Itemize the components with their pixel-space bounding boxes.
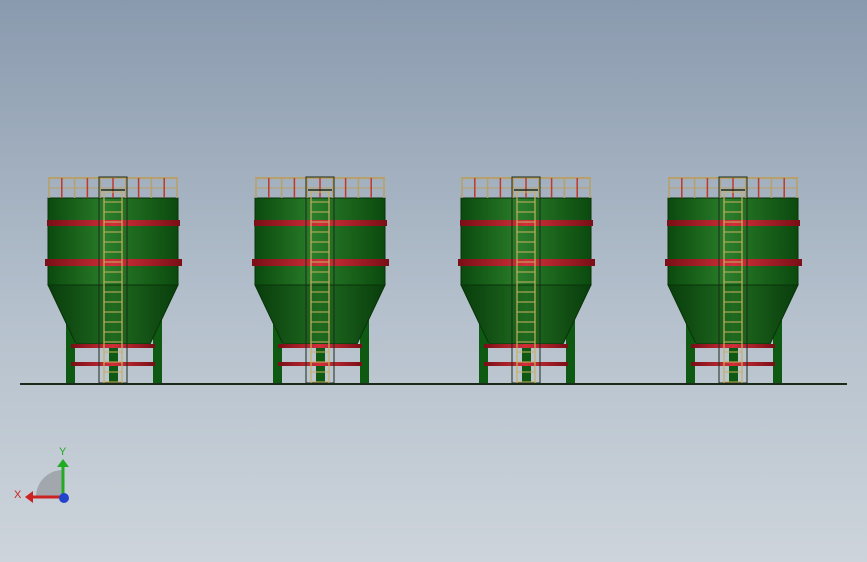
silo-brace-lower [278,362,362,366]
silo-band-upper [460,220,593,226]
silo-brace-upper [484,344,568,348]
silo-brace-lower [691,362,775,366]
silo-band-lower [45,259,182,266]
silo-band-upper [667,220,800,226]
silo [45,176,182,384]
silo-band-lower [252,259,389,266]
silo-brace-lower [71,362,155,366]
triad-y-arrow [57,459,69,467]
silo-band-upper [254,220,387,226]
silo-band-lower [458,259,595,266]
triad-x-label: X [14,489,22,501]
coordinate-triad: Y X [14,446,69,503]
triad-x-arrow [25,491,33,503]
silo-assembly [45,176,802,384]
silo [458,176,595,384]
triad-y-label: Y [59,446,67,458]
silo-band-upper [47,220,180,226]
cad-viewport[interactable]: Y X [0,0,867,562]
silo-brace-upper [278,344,362,348]
silo [252,176,389,384]
silo-brace-upper [71,344,155,348]
triad-plane-shade [36,470,63,497]
silo-brace-upper [691,344,775,348]
silo-brace-lower [484,362,568,366]
silo [665,176,802,384]
triad-z-axis [59,493,69,503]
silo-band-lower [665,259,802,266]
